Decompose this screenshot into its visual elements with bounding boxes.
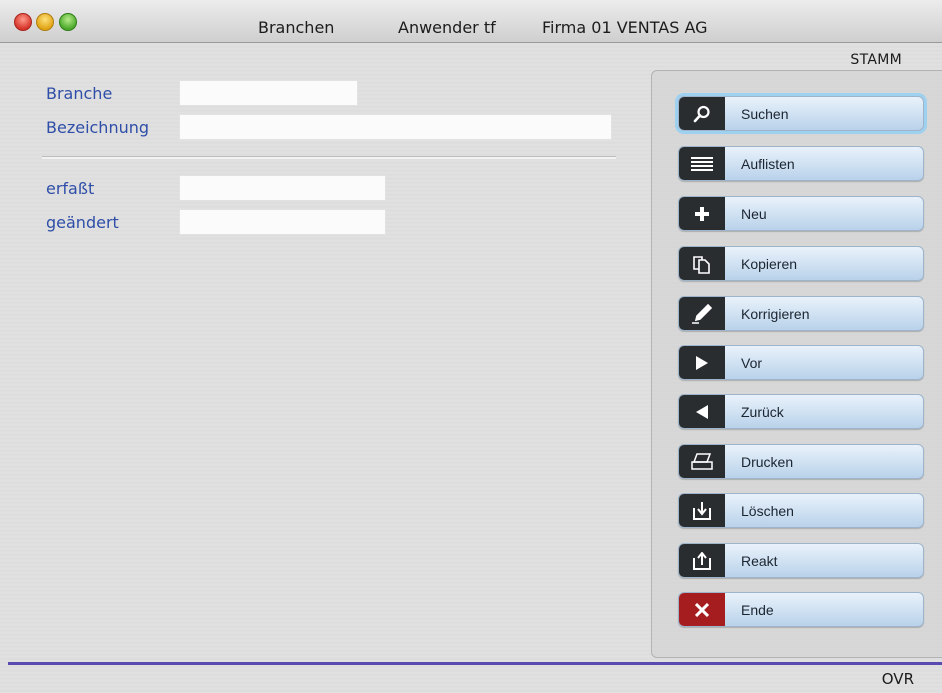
forward-icon: [679, 346, 725, 379]
overwrite-mode-indicator: OVR: [881, 670, 914, 688]
panel-title: STAMM: [850, 52, 902, 68]
list-icon: [679, 147, 725, 180]
kopieren-label: Kopieren: [741, 256, 798, 272]
erfasst-field[interactable]: [179, 175, 386, 201]
ende-button[interactable]: Ende: [678, 592, 924, 627]
ende-label: Ende: [741, 602, 774, 618]
zurueck-button[interactable]: Zurück: [678, 394, 924, 429]
vor-button[interactable]: Vor: [678, 345, 924, 380]
copy-icon: [679, 247, 725, 280]
erfasst-label: erfaßt: [46, 179, 95, 198]
zurueck-label: Zurück: [741, 404, 784, 420]
minimize-window-button[interactable]: [36, 13, 54, 31]
loeschen-label: Löschen: [741, 503, 794, 519]
printer-icon: [679, 445, 725, 478]
plus-icon: [679, 197, 725, 230]
reactivate-icon: [679, 544, 725, 577]
pen-icon: [679, 297, 725, 330]
suchen-button[interactable]: Suchen: [678, 96, 924, 131]
vor-label: Vor: [741, 355, 763, 371]
kopieren-button[interactable]: Kopieren: [678, 246, 924, 281]
reakt-button[interactable]: Reakt: [678, 543, 924, 578]
neu-label: Neu: [741, 206, 767, 222]
drucken-label: Drucken: [741, 454, 794, 470]
company-label: Firma 01 VENTAS AG: [542, 18, 708, 37]
search-icon: [679, 97, 725, 130]
drucken-button[interactable]: Drucken: [678, 444, 924, 479]
geaendert-field[interactable]: [179, 209, 386, 235]
korrigieren-button[interactable]: Korrigieren: [678, 296, 924, 331]
close-icon: [679, 593, 725, 626]
loeschen-button[interactable]: Löschen: [678, 493, 924, 528]
status-divider: [8, 662, 942, 665]
app-window: Branchen Anwender tf Firma 01 VENTAS AG …: [0, 0, 942, 693]
back-icon: [679, 395, 725, 428]
auflisten-label: Auflisten: [741, 156, 795, 172]
korrigieren-label: Korrigieren: [741, 306, 810, 322]
user-label: Anwender tf: [398, 18, 496, 37]
title-bar: Branchen Anwender tf Firma 01 VENTAS AG: [0, 0, 942, 43]
branche-label: Branche: [46, 84, 113, 103]
suchen-label: Suchen: [741, 106, 789, 122]
geaendert-label: geändert: [46, 213, 119, 232]
window-title: Branchen: [258, 18, 335, 37]
delete-icon: [679, 494, 725, 527]
bezeichnung-field[interactable]: [179, 114, 612, 140]
branche-field[interactable]: [179, 80, 358, 106]
close-window-button[interactable]: [14, 13, 32, 31]
bezeichnung-label: Bezeichnung: [46, 118, 150, 137]
zoom-window-button[interactable]: [59, 13, 77, 31]
form-divider: [42, 156, 616, 159]
reakt-label: Reakt: [741, 553, 778, 569]
neu-button[interactable]: Neu: [678, 196, 924, 231]
auflisten-button[interactable]: Auflisten: [678, 146, 924, 181]
